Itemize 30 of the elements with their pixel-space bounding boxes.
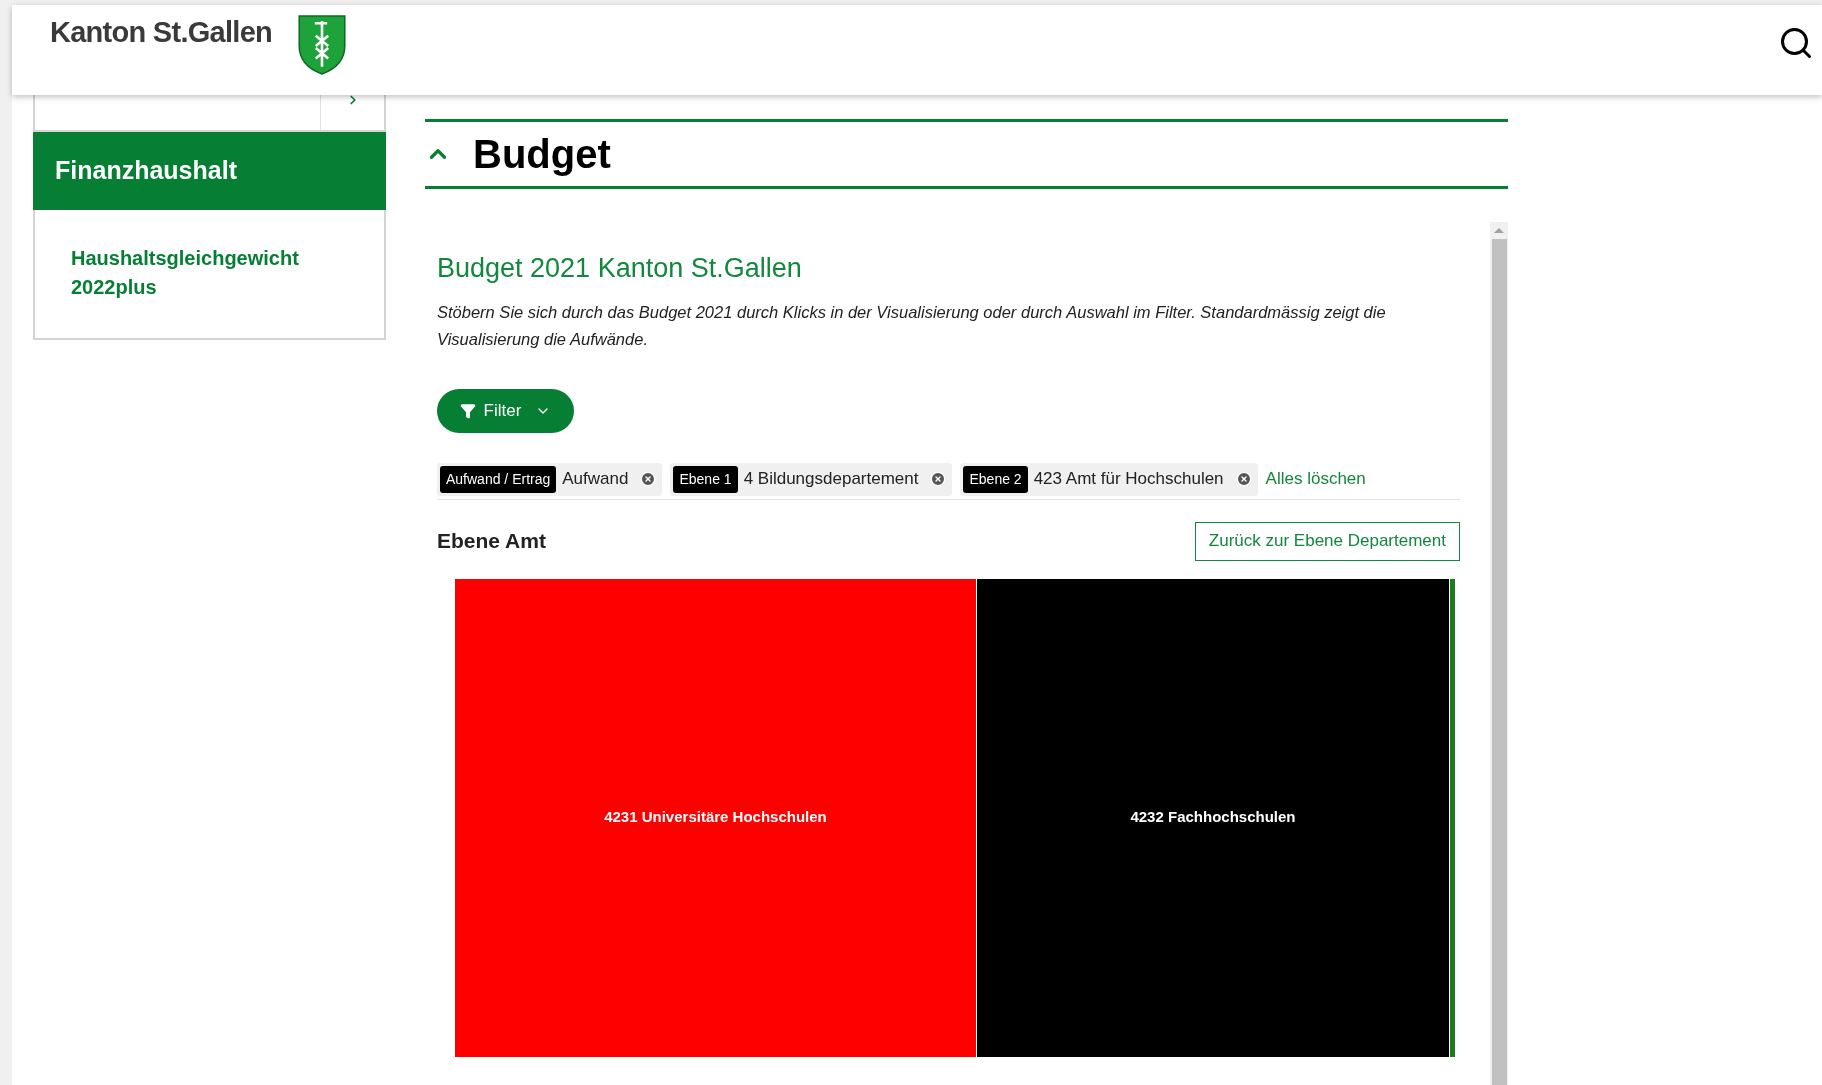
treemap-tile[interactable]: 4232 Fachhochschulen xyxy=(976,578,1449,1057)
back-button[interactable]: Zurück zur Ebene Departement xyxy=(1194,521,1460,561)
chip-tag: Ebene 1 xyxy=(673,465,738,493)
chip-tag: Aufwand / Ertrag xyxy=(440,465,557,493)
accordion-header[interactable]: Budget xyxy=(425,122,1508,189)
accordion-title[interactable]: Budget xyxy=(473,134,611,174)
filter-chip[interactable]: Ebene 2 423 Amt für Hochschulen xyxy=(960,462,1258,496)
level-title: Ebene Amt xyxy=(437,528,546,555)
treemap-tile[interactable]: 4231 Universitäre Hochschulen xyxy=(455,578,976,1057)
filter-chip[interactable]: Ebene 1 4 Bildungsdepartement xyxy=(670,462,953,496)
filter-chip[interactable]: Aufwand / Ertrag Aufwand xyxy=(437,462,663,496)
clear-all-link[interactable]: Alles löschen xyxy=(1265,466,1366,492)
treemap-tile[interactable] xyxy=(1450,578,1455,1057)
description-text: Stöbern Sie sich durch das Budget 2021 durch Klicks in der Visualisierung oder durch Auswahl im Filter. Standardmässig zeigt die Visualisierung die Aufwände. xyxy=(437,301,1387,350)
remove-icon[interactable] xyxy=(640,471,657,487)
search-icon[interactable] xyxy=(1778,25,1814,61)
filter-icon xyxy=(459,402,476,419)
chip-tag: Ebene 2 xyxy=(963,465,1028,493)
remove-icon[interactable] xyxy=(1235,471,1252,487)
remove-icon[interactable] xyxy=(930,471,947,487)
site-logo-text[interactable]: Kanton St.Gallen xyxy=(50,11,273,55)
chip-value: Aufwand xyxy=(562,468,629,491)
sidebar-item[interactable]: Finanzhaushalt xyxy=(33,132,386,210)
chip-value: 423 Amt für Hochschulen xyxy=(1033,468,1224,491)
section-title: Budget 2021 Kanton St.Gallen xyxy=(437,252,803,285)
coat-of-arms-icon[interactable] xyxy=(298,15,347,75)
filter-button[interactable]: Filter xyxy=(437,388,574,433)
tile-label: 4232 Fachhochschulen xyxy=(1130,807,1296,828)
tile-label: 4231 Universitäre Hochschulen xyxy=(604,807,827,828)
chip-value: 4 Bildungsdepartement xyxy=(743,468,919,491)
